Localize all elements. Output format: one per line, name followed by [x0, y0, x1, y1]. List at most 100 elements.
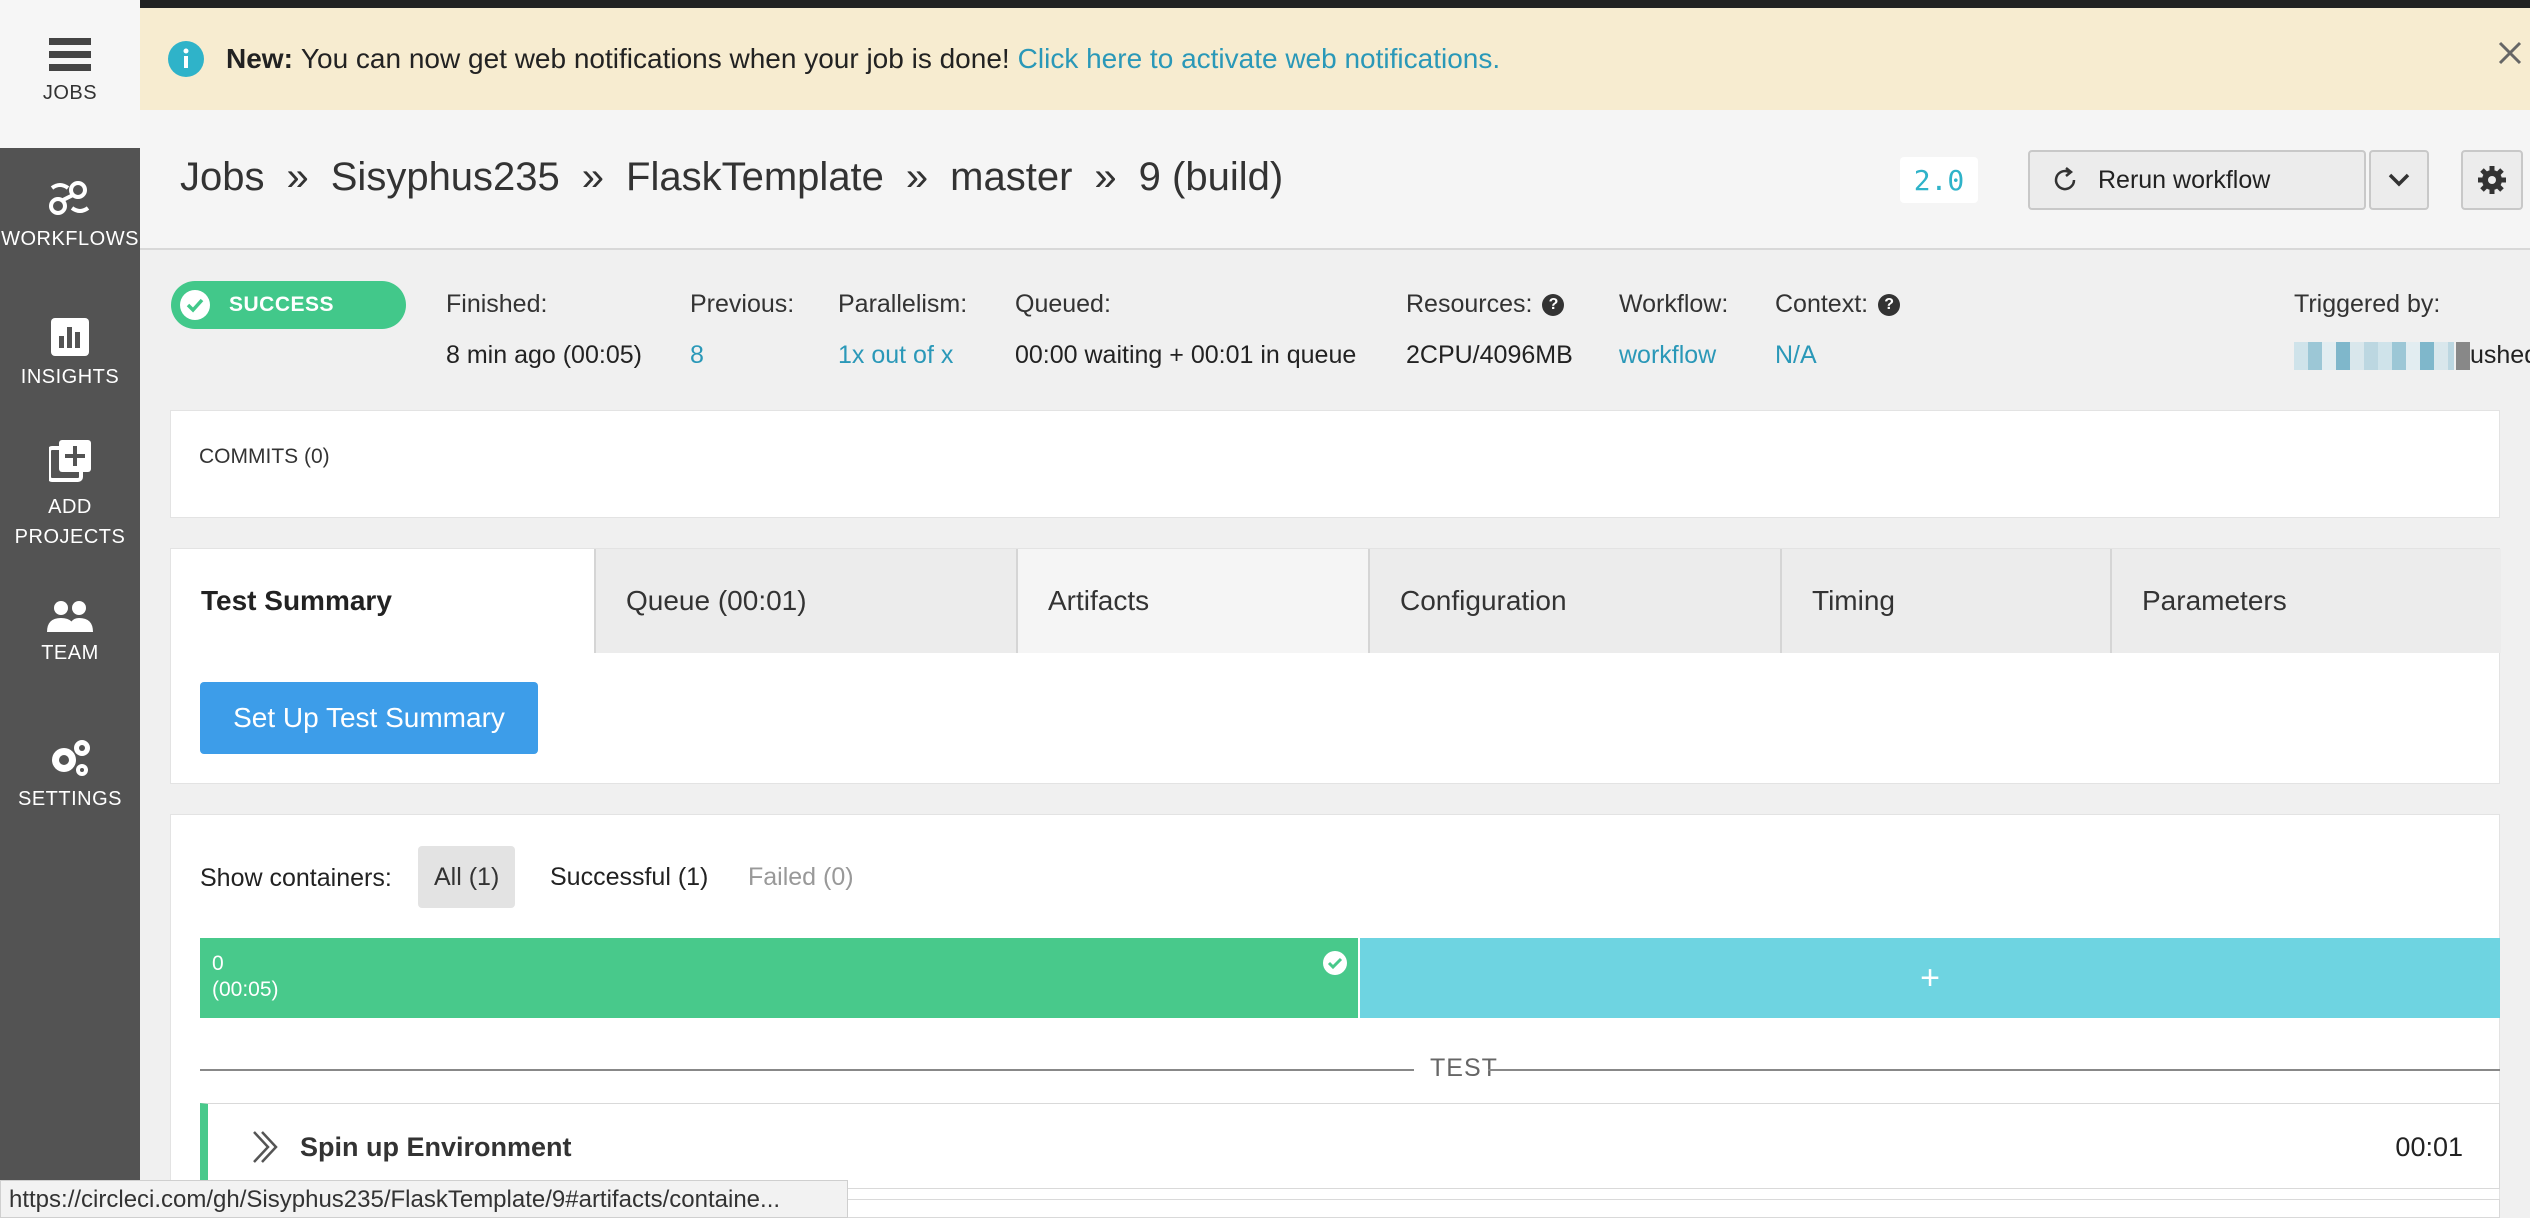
commits-card[interactable]: COMMITS (0) — [170, 410, 2500, 518]
previous-build-link[interactable]: 8 — [690, 341, 794, 370]
main-content: New: You can now get web notifications w… — [140, 0, 2530, 1218]
job-settings-button[interactable] — [2461, 150, 2523, 210]
sidebar-item-label: INSIGHTS — [20, 366, 120, 388]
stat-previous: Previous: 8 — [690, 290, 794, 370]
rerun-workflow-button[interactable]: Rerun workflow — [2028, 150, 2366, 210]
workflow-link[interactable]: workflow — [1619, 341, 1728, 370]
stat-label-text: Context: — [1775, 290, 1869, 318]
stat-queued: Queued: 00:00 waiting + 00:01 in queue — [1015, 290, 1356, 370]
stat-label: Triggered by: — [2294, 290, 2441, 318]
breadcrumb-separator: » — [905, 155, 929, 199]
section-divider-left — [200, 1069, 1414, 1071]
sidebar-item-label: ADD — [48, 496, 92, 518]
parallelism-link[interactable]: 1x out of x — [838, 341, 967, 370]
sidebar: JOBS WORKFLOWS INSIGHTS ADD PROJECTS TEA… — [0, 0, 140, 1218]
info-icon — [168, 41, 204, 77]
sidebar-item-add-projects[interactable]: ADD PROJECTS — [0, 440, 140, 552]
rerun-label: Rerun workflow — [2098, 165, 2271, 194]
breadcrumb-separator: » — [1094, 155, 1117, 199]
breadcrumb-separator: » — [581, 155, 605, 199]
gears-icon — [52, 740, 90, 776]
context-link[interactable]: N/A — [1775, 341, 1900, 370]
workflows-icon — [49, 181, 90, 215]
sidebar-item-label: JOBS — [42, 82, 98, 104]
chevron-right-icon — [253, 1131, 278, 1163]
stat-label: Context:? — [1775, 290, 1901, 319]
stat-label: Parallelism: — [838, 290, 968, 318]
breadcrumb-org[interactable]: Sisyphus235 — [331, 155, 560, 199]
stat-value: 00:00 waiting + 00:01 in queue — [1015, 341, 1357, 369]
stat-finished: Finished: 8 min ago (00:05) — [446, 290, 642, 370]
container-duration: (00:05) — [212, 978, 279, 1001]
tab-configuration[interactable]: Configuration — [1370, 549, 1782, 653]
sidebar-item-workflows[interactable]: WORKFLOWS — [0, 178, 140, 251]
step-row[interactable]: Spin up Environment 00:01 — [200, 1103, 2500, 1189]
tab-timing[interactable]: Timing — [1782, 549, 2112, 653]
tab-queue[interactable]: Queue (00:01) — [596, 549, 1018, 653]
sidebar-item-jobs[interactable]: JOBS — [0, 0, 140, 148]
setup-test-summary-button[interactable]: Set Up Test Summary — [200, 682, 538, 754]
breadcrumb-job: 9 (build) — [1138, 155, 1284, 199]
status-badge: SUCCESS — [171, 281, 406, 329]
check-circle-icon — [180, 290, 210, 320]
add-project-icon — [49, 440, 91, 482]
breadcrumb: Jobs » Sisyphus235 » FlaskTemplate » master » 9 … — [180, 155, 1283, 200]
stat-label: Workflow: — [1619, 290, 1729, 318]
stat-parallelism: Parallelism: 1x out of x — [838, 290, 967, 370]
step-duration: 00:01 — [2395, 1132, 2463, 1162]
tab-test-summary[interactable]: Test Summary — [171, 549, 596, 653]
tab-parameters[interactable]: Parameters — [2112, 549, 2501, 653]
breadcrumb-jobs[interactable]: Jobs — [180, 155, 265, 199]
commits-title: COMMITS (0) — [199, 445, 330, 468]
sidebar-item-label-2: PROJECTS — [14, 526, 126, 548]
step-name: Spin up Environment — [300, 1132, 572, 1162]
breadcrumb-project[interactable]: FlaskTemplate — [626, 155, 884, 199]
redacted-avatar — [2294, 342, 2454, 371]
notification-banner: New: You can now get web notifications w… — [140, 8, 2530, 110]
filter-failed[interactable]: Failed (0) — [732, 846, 870, 908]
browser-status-url: https://circleci.com/gh/Sisyphus235/Flas… — [0, 1180, 848, 1218]
stat-context: Context:? N/A — [1775, 290, 1901, 370]
stat-triggered: Triggered by: ushed f4f6e0b) — [2294, 290, 2530, 371]
container-0-bar[interactable]: 0 (00:05) — [200, 938, 1358, 1018]
tab-artifacts[interactable]: Artifacts — [1018, 549, 1370, 653]
section-divider-right — [1488, 1069, 2500, 1071]
close-icon[interactable] — [2498, 41, 2522, 65]
add-container-bar[interactable]: + — [1360, 938, 2500, 1018]
stat-label: Queued: — [1015, 290, 1111, 318]
sidebar-item-insights[interactable]: INSIGHTS — [0, 318, 140, 389]
check-circle-icon — [1323, 951, 1347, 975]
breadcrumb-separator: » — [286, 155, 309, 199]
stat-value: 2CPU/4096MB — [1406, 341, 1573, 369]
sidebar-item-label: SETTINGS — [17, 788, 122, 810]
sidebar-item-team[interactable]: TEAM — [0, 600, 140, 665]
page-header: Jobs » Sisyphus235 » FlaskTemplate » master » 9 … — [140, 110, 2530, 250]
status-badge-label: SUCCESS — [229, 293, 335, 316]
refresh-icon — [2054, 167, 2076, 191]
help-icon[interactable]: ? — [1878, 293, 1901, 316]
sidebar-item-label: TEAM — [41, 642, 99, 664]
stat-label: Finished: — [446, 290, 548, 318]
rerun-dropdown-button[interactable] — [2369, 150, 2429, 210]
sidebar-item-settings[interactable]: SETTINGS — [0, 738, 140, 811]
browser-top-strip — [140, 0, 2530, 8]
help-icon[interactable]: ? — [1542, 293, 1565, 316]
stat-resources: Resources:? 2CPU/4096MB — [1406, 290, 1573, 370]
show-containers-label: Show containers: — [200, 864, 392, 892]
bar-chart-icon — [51, 318, 89, 356]
version-badge: 2.0 — [1900, 157, 1978, 203]
activate-notifications-link[interactable]: Click here to activate web notifications… — [1018, 43, 1500, 75]
breadcrumb-branch[interactable]: master — [950, 155, 1072, 199]
banner-lead: New: — [226, 43, 293, 74]
banner-text: You can now get web notifications when y… — [300, 43, 1010, 74]
filter-all[interactable]: All (1) — [418, 846, 516, 908]
gear-icon — [2478, 166, 2506, 194]
stat-label-text: Resources: — [1406, 290, 1533, 318]
redacted-avatar-tail — [2456, 342, 2470, 371]
stat-value: ushed f4f6e0b) — [2294, 341, 2530, 371]
container-index: 0 — [212, 952, 224, 975]
people-icon — [47, 601, 93, 632]
stat-label: Resources:? — [1406, 290, 1573, 319]
filter-successful[interactable]: Successful (1) — [534, 846, 724, 908]
sidebar-item-label: WORKFLOWS — [1, 228, 139, 250]
